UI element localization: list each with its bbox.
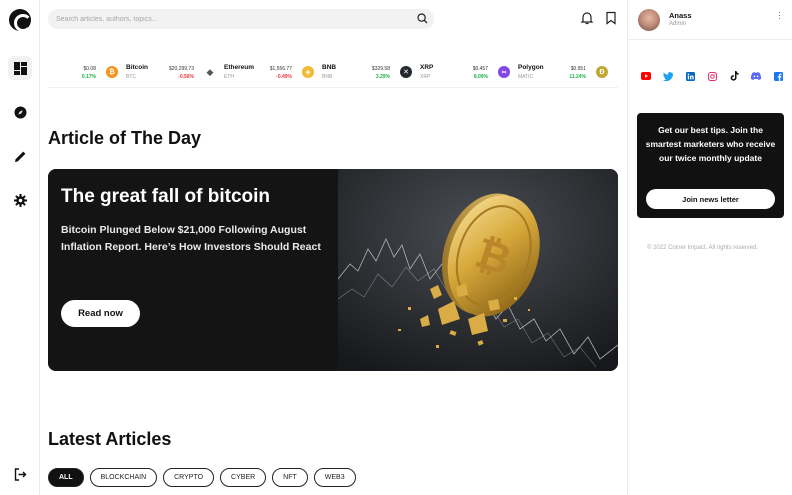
xrp-icon: ✕ — [400, 66, 412, 78]
featured-article-title: The great fall of bitcoin — [61, 186, 271, 207]
category-filters: ALL BLOCKCHAIN CRYPTO CYBER NFT WEB3 — [48, 468, 356, 487]
linkedin-icon[interactable] — [684, 70, 696, 82]
right-sidebar: Anass Admin · · · Get our best tips. Join … — [627, 0, 792, 495]
user-role: Admin — [669, 21, 687, 27]
coin-price: $0.951 — [570, 66, 586, 72]
read-now-button[interactable]: Read now — [61, 300, 140, 327]
ticker-item[interactable]: Ð — [596, 56, 618, 87]
coin-name: Ethereum — [224, 64, 254, 71]
coin-change: 11.24% — [569, 74, 586, 80]
bookmark-icon[interactable] — [604, 11, 618, 25]
filter-crypto[interactable]: CRYPTO — [163, 468, 215, 487]
ticker-item[interactable]: ∞ Polygon MATIC $0.951 11.24% — [498, 56, 596, 87]
coin-name: BNB — [322, 64, 337, 71]
filter-web3[interactable]: WEB3 — [313, 468, 356, 487]
filter-all[interactable]: ALL — [48, 468, 84, 487]
logo-icon[interactable] — [9, 9, 32, 32]
coin-change: 8.09% — [473, 74, 488, 80]
ticker-item[interactable]: ₿ Bitcoin BTC $20,299.73 -0.56% — [106, 56, 204, 87]
youtube-icon[interactable] — [640, 70, 652, 82]
ticker-item[interactable]: ◆ Ethereum ETH $1,556.77 -0.49% — [204, 56, 302, 87]
tiktok-icon[interactable] — [728, 70, 740, 82]
compass-icon — [14, 106, 26, 118]
user-profile[interactable]: Anass Admin · · · — [628, 0, 792, 40]
coin-symbol: MATIC — [518, 74, 534, 80]
price-ticker: $0.08 0.17% ₿ Bitcoin BTC $20,299.73 -0.… — [48, 56, 618, 88]
twitter-icon[interactable] — [662, 70, 674, 82]
bnb-icon: ◈ — [302, 66, 314, 78]
ticker-item[interactable]: ✕ XRP XRP $0.457 8.09% — [400, 56, 498, 87]
more-options-icon[interactable]: · · · — [778, 8, 781, 23]
bitcoin-hero-image: ₿ — [338, 169, 618, 371]
coin-name: XRP — [420, 64, 434, 71]
logout-button[interactable] — [8, 462, 32, 486]
ethereum-icon: ◆ — [206, 66, 214, 77]
user-name: Anass — [669, 11, 692, 20]
join-newsletter-button[interactable]: Join news letter — [646, 189, 775, 209]
coin-change: 3.29% — [375, 74, 390, 80]
ticker-item[interactable]: ◈ BNB BNB $329.58 3.29% — [302, 56, 400, 87]
settings-button[interactable] — [8, 188, 32, 212]
newsletter-card: Get our best tips. Join the smartest mar… — [637, 113, 784, 218]
ticker-item[interactable]: $0.08 0.17% — [48, 56, 106, 87]
featured-article-description: Bitcoin Plunged Below $21,000 Following … — [61, 224, 321, 253]
coin-name: Polygon — [518, 64, 544, 71]
dogecoin-icon: Ð — [596, 66, 608, 78]
search-bar — [48, 9, 434, 29]
featured-article-card[interactable]: The great fall of bitcoin Bitcoin Plunge… — [48, 169, 618, 371]
left-sidebar — [0, 0, 40, 495]
social-links — [640, 70, 784, 82]
dashboard-button[interactable] — [8, 56, 32, 80]
coin-symbol: BNB — [322, 74, 333, 80]
coin-price: $0.08 — [83, 66, 96, 72]
bitcoin-icon: ₿ — [106, 66, 118, 78]
coin-price: $1,556.77 — [269, 66, 292, 72]
polygon-icon: ∞ — [498, 66, 510, 78]
coin-change: 0.17% — [81, 74, 96, 80]
coin-symbol: XRP — [420, 74, 431, 80]
coin-price: $20,299.73 — [168, 66, 194, 72]
coin-symbol: ETH — [224, 74, 234, 80]
search-input[interactable] — [56, 9, 396, 29]
filter-nft[interactable]: NFT — [272, 468, 308, 487]
explore-button[interactable] — [8, 100, 32, 124]
featured-article-text-panel: The great fall of bitcoin Bitcoin Plunge… — [48, 169, 338, 371]
instagram-icon[interactable] — [706, 70, 718, 82]
coin-name: Bitcoin — [126, 64, 149, 71]
newsletter-text: Get our best tips. Join the smartest mar… — [645, 125, 776, 163]
search-icon[interactable] — [417, 13, 428, 24]
facebook-icon[interactable] — [772, 70, 784, 82]
write-button[interactable] — [8, 144, 32, 168]
filter-blockchain[interactable]: BLOCKCHAIN — [89, 468, 158, 487]
bell-icon[interactable] — [580, 11, 594, 25]
dashboard-icon — [13, 61, 27, 75]
coin-price: $0.457 — [472, 66, 488, 72]
coin-change: -0.49% — [276, 74, 292, 80]
copyright-text: © 2022 Coiner Impact. All rights reserve… — [647, 245, 759, 251]
pencil-icon — [14, 151, 25, 162]
coin-change: -0.56% — [178, 74, 194, 80]
discord-icon[interactable] — [750, 70, 762, 82]
coin-symbol: BTC — [126, 74, 136, 80]
filter-cyber[interactable]: CYBER — [220, 468, 267, 487]
gear-icon — [13, 193, 27, 207]
latest-articles-heading: Latest Articles — [48, 429, 172, 449]
coin-price: $329.58 — [371, 66, 390, 72]
avatar[interactable] — [638, 9, 660, 31]
article-of-day-heading: Article of The Day — [48, 128, 202, 148]
logout-icon — [14, 467, 26, 481]
